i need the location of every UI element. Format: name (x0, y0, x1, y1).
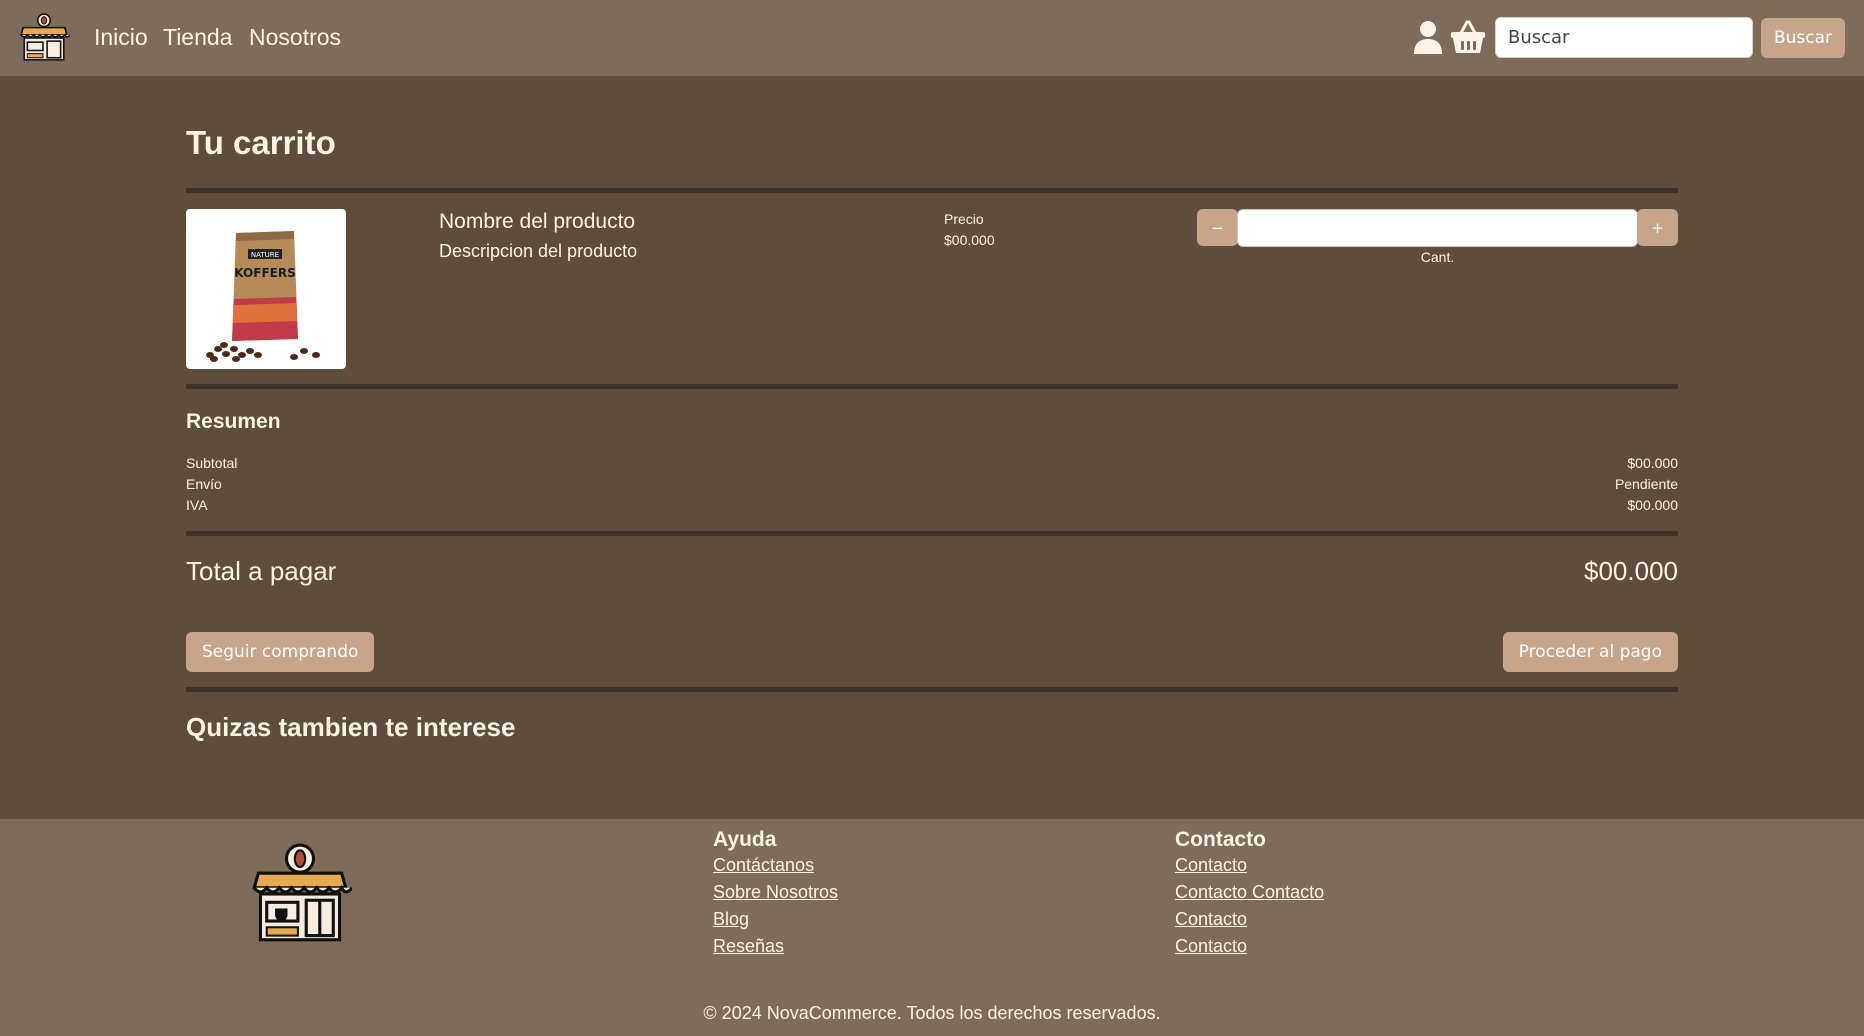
continue-shopping-button[interactable]: Seguir comprando (186, 632, 375, 672)
footer-link-contacto-4[interactable]: Contacto (1175, 936, 1247, 957)
product-name: Nombre del producto (439, 210, 636, 233)
footer-link-contacto-3[interactable]: Contacto (1175, 909, 1247, 930)
tax-label: IVA (186, 497, 208, 513)
tax-value: $00.000 (1627, 497, 1678, 513)
search-input[interactable] (1495, 17, 1753, 58)
quantity-label: Cant. (1420, 249, 1455, 265)
footer-link-contactanos[interactable]: Contáctanos (713, 855, 814, 876)
price-label: Precio (944, 211, 984, 227)
footer-contact-title: Contacto (1175, 828, 1266, 851)
coffee-bag-image: NATURE KOFFERS (206, 231, 320, 362)
quantity-increase-button[interactable]: + (1637, 209, 1678, 246)
product-image: NATURE KOFFERS (186, 209, 346, 369)
coffee-shop-logo-icon (252, 843, 352, 942)
nav-link-nosotros[interactable]: Nosotros (249, 24, 341, 51)
basket-icon[interactable] (1450, 19, 1486, 55)
coffee-shop-logo-icon[interactable] (18, 12, 70, 64)
bag-title-text: KOFFERS (234, 266, 295, 280)
product-description: Descripcion del producto (439, 241, 638, 261)
subtotal-label: Subtotal (186, 455, 238, 471)
copyright-text: © 2024 NovaCommerce. Todos los derechos … (703, 1003, 1161, 1023)
nav-link-tienda[interactable]: Tienda (163, 24, 232, 51)
checkout-button[interactable]: Proceder al pago (1502, 632, 1678, 672)
divider (186, 687, 1678, 692)
footer-link-blog[interactable]: Blog (713, 909, 749, 930)
navbar: Inicio Tienda Nosotros Buscar (0, 0, 1864, 76)
subtotal-value: $00.000 (1627, 455, 1678, 471)
price-value: $00.000 (944, 232, 995, 248)
related-products-title: Quizas tambien te interese (186, 712, 516, 742)
page-title: Tu carrito (186, 124, 336, 161)
nav-link-inicio[interactable]: Inicio (94, 24, 148, 51)
footer-link-contacto-2[interactable]: Contacto Contacto (1175, 882, 1324, 903)
search-button[interactable]: Buscar (1761, 18, 1845, 58)
user-icon[interactable] (1412, 20, 1444, 56)
quantity-decrease-button[interactable]: − (1197, 209, 1238, 246)
divider (186, 531, 1678, 536)
bag-brand-text: NATURE (251, 251, 279, 259)
footer-link-sobre-nosotros[interactable]: Sobre Nosotros (713, 882, 838, 903)
total-label: Total a pagar (186, 556, 337, 586)
shipping-label: Envío (186, 476, 222, 492)
footer-link-resenas[interactable]: Reseñas (713, 936, 784, 957)
quantity-input[interactable] (1237, 209, 1638, 247)
divider (186, 188, 1678, 193)
total-value: $00.000 (1584, 556, 1678, 586)
shipping-value: Pendiente (1614, 476, 1678, 492)
divider (186, 384, 1678, 389)
footer-link-contacto-1[interactable]: Contacto (1175, 855, 1247, 876)
footer-help-title: Ayuda (713, 828, 777, 851)
summary-title: Resumen (186, 410, 281, 433)
